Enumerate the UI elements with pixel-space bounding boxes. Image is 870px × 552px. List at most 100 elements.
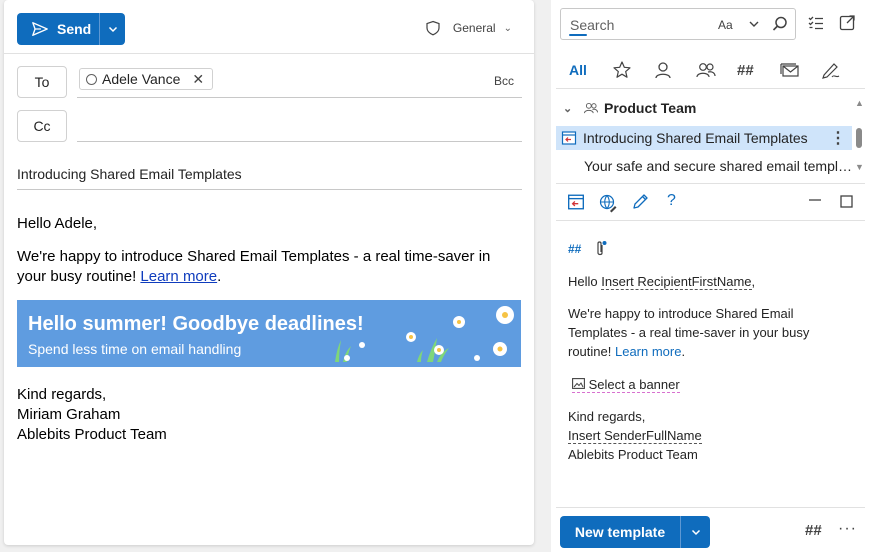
cc-field: Cc (17, 110, 522, 142)
preview-tools: ## (568, 238, 848, 260)
tab-macros[interactable]: ## (737, 58, 754, 82)
popout-icon[interactable] (839, 14, 856, 31)
banner-title: Hello summer! Goodbye deadlines! (28, 313, 364, 335)
people-icon (583, 102, 599, 114)
body-greeting[interactable]: Hello Adele, (17, 214, 522, 234)
search-icon[interactable] (771, 15, 789, 33)
learn-more-link[interactable]: Learn more (140, 268, 217, 285)
people-icon (696, 63, 716, 78)
chevron-down-icon[interactable] (747, 17, 761, 31)
match-case-toggle[interactable]: Aa (718, 18, 733, 32)
preview-learn-more-link[interactable]: Learn more (615, 344, 681, 359)
summer-banner: Hello summer! Goodbye deadlines! Spend l… (17, 300, 521, 367)
send-icon (32, 22, 48, 36)
tab-all[interactable]: All (569, 58, 587, 82)
compose-toolbar: Send General ⌄ (4, 0, 534, 54)
new-template-split-button: New template (560, 516, 710, 548)
more-options-icon[interactable]: ··· (838, 520, 857, 538)
body-signature-name[interactable]: Miriam Graham (17, 405, 522, 425)
hashtag-icon[interactable]: ## (568, 240, 581, 259)
attach-icon[interactable] (593, 240, 607, 258)
minimize-icon[interactable] (808, 196, 822, 204)
template-icon (561, 131, 577, 145)
recipient-name: Adele Vance (102, 71, 181, 87)
template-title: Introducing Shared Email Templates (583, 130, 808, 146)
body-signature-team[interactable]: Ablebits Product Team (17, 425, 522, 445)
divider (556, 88, 865, 89)
tab-shared[interactable] (695, 58, 717, 82)
flowers-illustration (335, 306, 514, 362)
scroll-up-arrow[interactable]: ▲ (855, 98, 864, 108)
select-banner-button[interactable]: Select a banner (572, 377, 680, 393)
preview-banner-row: Select a banner (568, 375, 848, 394)
preview-closing: Kind regards, (568, 409, 646, 424)
folder-name: Product Team (604, 100, 697, 116)
new-template-dropdown[interactable] (681, 526, 710, 538)
to-input-underline[interactable] (77, 97, 522, 98)
image-icon (572, 378, 585, 389)
scrollbar-thumb[interactable] (856, 128, 862, 148)
globe-edit-icon[interactable] (598, 193, 618, 213)
sensitivity-selector[interactable]: General ⌄ (425, 20, 512, 36)
task-list-icon[interactable] (807, 14, 825, 32)
close-icon[interactable]: ✕ (192, 71, 204, 88)
cc-input-underline[interactable] (77, 141, 522, 142)
preview-sender-row: Insert SenderFullName (568, 426, 848, 445)
send-label: Send (57, 21, 92, 37)
divider (556, 507, 865, 508)
hashtag-icon[interactable]: ## (805, 522, 822, 539)
macro-sender-full-name[interactable]: Insert SenderFullName (568, 428, 702, 444)
template-item-selected[interactable]: Introducing Shared Email Templates ⋮ (556, 126, 852, 150)
search-input[interactable]: Search Aa (560, 8, 796, 40)
presence-status-icon (86, 73, 97, 85)
template-filter-tabs: All ## (551, 52, 870, 86)
tab-sent[interactable] (779, 58, 801, 82)
maximize-icon[interactable] (840, 195, 853, 208)
subject-field[interactable]: Introducing Shared Email Templates (17, 160, 522, 190)
preview-toolbar: ? (551, 190, 870, 218)
help-icon[interactable]: ? (667, 192, 676, 210)
macro-recipient-first-name[interactable]: Insert RecipientFirstName (601, 274, 752, 290)
recipient-chip[interactable]: Adele Vance ✕ (79, 68, 214, 90)
select-banner-label: Select a banner (588, 377, 680, 392)
preview-paragraph: We're happy to introduce Shared Email Te… (568, 304, 848, 361)
body-paragraph[interactable]: We're happy to introduce Shared Email Te… (17, 247, 522, 287)
template-tree: ⌄ Product Team Introducing Shared Email … (551, 96, 870, 182)
tab-favorites[interactable] (612, 58, 632, 82)
folder-product-team[interactable]: ⌄ Product Team (563, 100, 696, 116)
to-button[interactable]: To (17, 66, 67, 98)
pencil-icon[interactable] (631, 193, 649, 211)
preview-period: . (681, 344, 686, 359)
sensitivity-label: General (452, 21, 496, 35)
to-field: To Adele Vance ✕ Bcc (17, 66, 522, 98)
preview-team: Ablebits Product Team (568, 447, 698, 462)
body-closing[interactable]: Kind regards, (17, 385, 522, 405)
send-button[interactable]: Send (17, 13, 100, 45)
chevron-down-icon (108, 26, 117, 33)
chevron-down-icon (691, 529, 700, 536)
shield-icon (426, 20, 440, 36)
preview-paragraph-text: We're happy to introduce Shared Email Te… (568, 306, 810, 359)
active-tab-indicator (569, 34, 587, 36)
search-placeholder: Search (570, 17, 615, 33)
tab-signatures[interactable] (820, 58, 842, 82)
compose-pane: Send General ⌄ To Adele Vance ✕ Bcc Cc I… (4, 0, 534, 545)
pen-signature-icon (822, 63, 840, 79)
tab-personal[interactable] (653, 58, 673, 82)
bcc-button[interactable]: Bcc (494, 74, 514, 88)
chevron-down-icon[interactable]: ⌄ (563, 102, 577, 115)
divider (556, 183, 865, 184)
new-template-button[interactable]: New template (560, 516, 681, 548)
star-icon (613, 61, 631, 78)
preview-comma: , (751, 274, 756, 289)
template-preview: ## Hello Insert RecipientFirstName, We'r… (568, 238, 848, 464)
cc-button[interactable]: Cc (17, 110, 67, 142)
insert-template-icon[interactable] (567, 193, 585, 211)
scroll-down-arrow[interactable]: ▼ (855, 162, 864, 172)
envelope-stack-icon (780, 63, 799, 77)
preview-hello: Hello (568, 274, 602, 289)
more-options-icon[interactable]: ⋮ (830, 128, 846, 148)
preview-greeting: Hello Insert RecipientFirstName, (568, 272, 848, 291)
send-options-dropdown[interactable] (100, 23, 125, 35)
body-paragraph-text: We're happy to introduce Shared Email Te… (17, 248, 491, 285)
